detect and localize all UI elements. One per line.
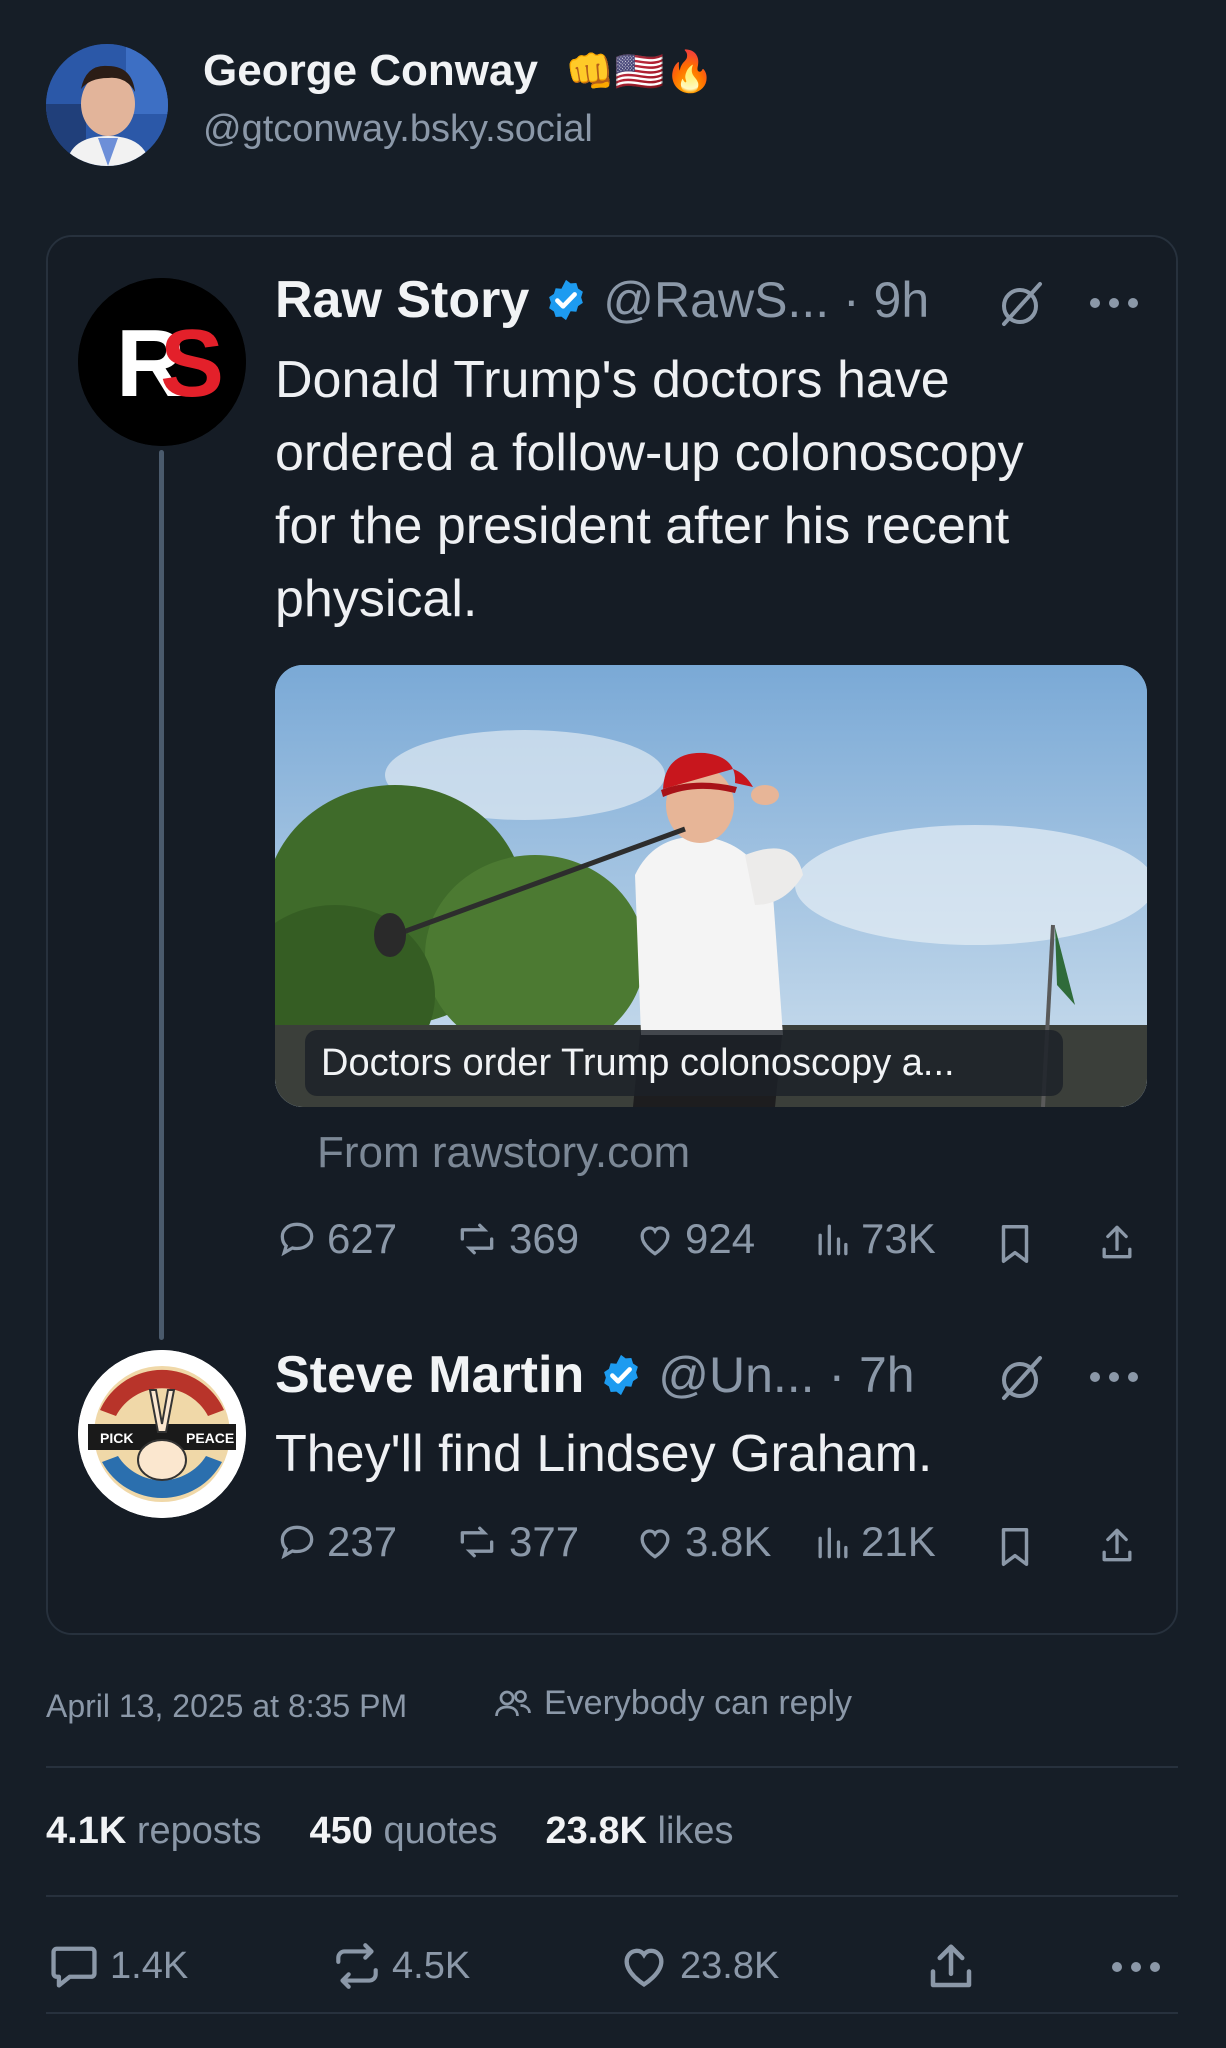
views-icon (818, 1527, 848, 1559)
thread-connector-line (159, 450, 164, 1340)
tweet1-retweets-count: 369 (509, 1215, 580, 1262)
grok-icon (1002, 1356, 1042, 1400)
divider (46, 1895, 1178, 1897)
heart-icon (640, 1226, 670, 1256)
likes-count: 23.8K (545, 1810, 647, 1852)
link-caption: Doctors order Trump colonoscopy a... (305, 1030, 1063, 1096)
more-options-icon (1090, 1372, 1138, 1382)
tweet1-actions: 627 369 924 73K (275, 1215, 1147, 1275)
reply-icon (280, 1222, 314, 1257)
retweet-icon (460, 1526, 494, 1558)
retweet-icon (460, 1223, 494, 1255)
tweet1-author-name: Raw Story (275, 271, 530, 329)
repost-button[interactable]: 4.5K (330, 1940, 470, 1992)
tweet2-text: They'll find Lindsey Graham. (275, 1425, 933, 1483)
share-icon (1102, 1528, 1132, 1562)
tweet2-header: Steve Martin @Un... · 7h (275, 1345, 915, 1405)
tweet1-views-count: 73K (861, 1215, 936, 1262)
views-icon (818, 1224, 848, 1256)
divider (46, 2012, 1178, 2014)
tweet1-text-line: ordered a follow-up colonoscopy (275, 424, 1024, 482)
more-options-icon (1090, 298, 1138, 308)
tweet2-replies: 237 (275, 1518, 397, 1566)
tweet1-replies: 627 (275, 1215, 397, 1263)
tweet1-replies-count: 627 (327, 1215, 398, 1262)
likes-label: likes (657, 1810, 734, 1852)
verified-badge-icon (549, 279, 584, 321)
svg-text:S: S (160, 310, 224, 417)
post-stats: 4.1K reposts 450 quotes 23.8K likes (46, 1810, 734, 1853)
author-emojis: 👊🇺🇸🔥 (565, 50, 715, 94)
tweet2-likes: 3.8K (633, 1518, 771, 1566)
tweet1-header: Raw Story @RawS... · 9h (275, 270, 929, 330)
tweet2-author-name: Steve Martin (275, 1346, 585, 1404)
tweet1-views: 73K (813, 1215, 936, 1263)
repost-count: 4.5K (392, 1944, 471, 1987)
reply-count: 1.4K (110, 1944, 189, 1987)
more-options-icon[interactable] (1110, 1960, 1162, 1974)
reply-permission-label: Everybody can reply (544, 1684, 853, 1722)
likes-stat[interactable]: 23.8K likes (546, 1810, 734, 1853)
bookmark-icon (1001, 1225, 1029, 1263)
avatar-left-label: PICK (100, 1430, 133, 1446)
reposts-stat[interactable]: 4.1K reposts (46, 1810, 261, 1853)
quotes-count: 450 (309, 1810, 373, 1852)
tweet1-retweets: 369 (453, 1215, 579, 1263)
tweet2-handle-time: @Un... · 7h (658, 1347, 915, 1403)
heart-icon (640, 1529, 670, 1559)
like-button[interactable]: 23.8K (616, 1940, 779, 1992)
divider (46, 1766, 1178, 1768)
author-avatar[interactable] (46, 44, 168, 166)
raw-story-avatar: R S (78, 278, 246, 446)
tweet2-likes-count: 3.8K (685, 1518, 772, 1565)
tweet1-text-line: Donald Trump's doctors have (275, 351, 950, 409)
author-name[interactable]: George Conway (203, 46, 538, 96)
tweet1-handle-time: @RawS... · 9h (603, 272, 930, 328)
reposts-label: reposts (136, 1810, 262, 1852)
tweet1-text: Donald Trump's doctors have ordered a fo… (275, 344, 1155, 636)
tweet2-views: 21K (813, 1518, 936, 1566)
tweet1-text-line: for the president after his recent (275, 497, 1010, 555)
share-icon[interactable] (924, 1940, 978, 1994)
tweet1-likes: 924 (633, 1215, 755, 1263)
like-count: 23.8K (680, 1944, 780, 1987)
tweet1-text-line: physical. (275, 570, 478, 628)
bookmark-icon (1001, 1528, 1029, 1566)
tweet2-retweets-count: 377 (509, 1518, 580, 1565)
reply-icon (51, 1946, 97, 1988)
author-handle[interactable]: @gtconway.bsky.social (203, 108, 593, 151)
grok-icon (1002, 282, 1042, 326)
tweet2-actions: 237 377 3.8K 21K (275, 1518, 1147, 1578)
share-icon (1102, 1225, 1132, 1259)
link-source: From rawstory.com (317, 1128, 691, 1177)
tweet2-retweets: 377 (453, 1518, 579, 1566)
post-timestamp: April 13, 2025 at 8:35 PM (46, 1688, 408, 1724)
repost-icon (336, 1943, 378, 1989)
verified-badge-icon (604, 1354, 639, 1396)
steve-martin-avatar: PICK PEACE (78, 1350, 246, 1518)
people-icon (495, 1689, 531, 1716)
post-action-bar: 1.4K 4.5K 23.8K (46, 1940, 1178, 1996)
heart-icon (624, 1948, 664, 1987)
reply-icon (280, 1525, 314, 1560)
tweet2-views-count: 21K (861, 1518, 936, 1565)
reply-button[interactable]: 1.4K (46, 1940, 188, 1992)
avatar-right-label: PEACE (186, 1430, 234, 1446)
tweet2-replies-count: 237 (327, 1518, 398, 1565)
reposts-count: 4.1K (46, 1810, 127, 1852)
reply-permission[interactable]: Everybody can reply (492, 1684, 852, 1723)
quotes-stat[interactable]: 450 quotes (309, 1810, 497, 1853)
quotes-label: quotes (383, 1810, 498, 1852)
tweet1-likes-count: 924 (685, 1215, 756, 1262)
